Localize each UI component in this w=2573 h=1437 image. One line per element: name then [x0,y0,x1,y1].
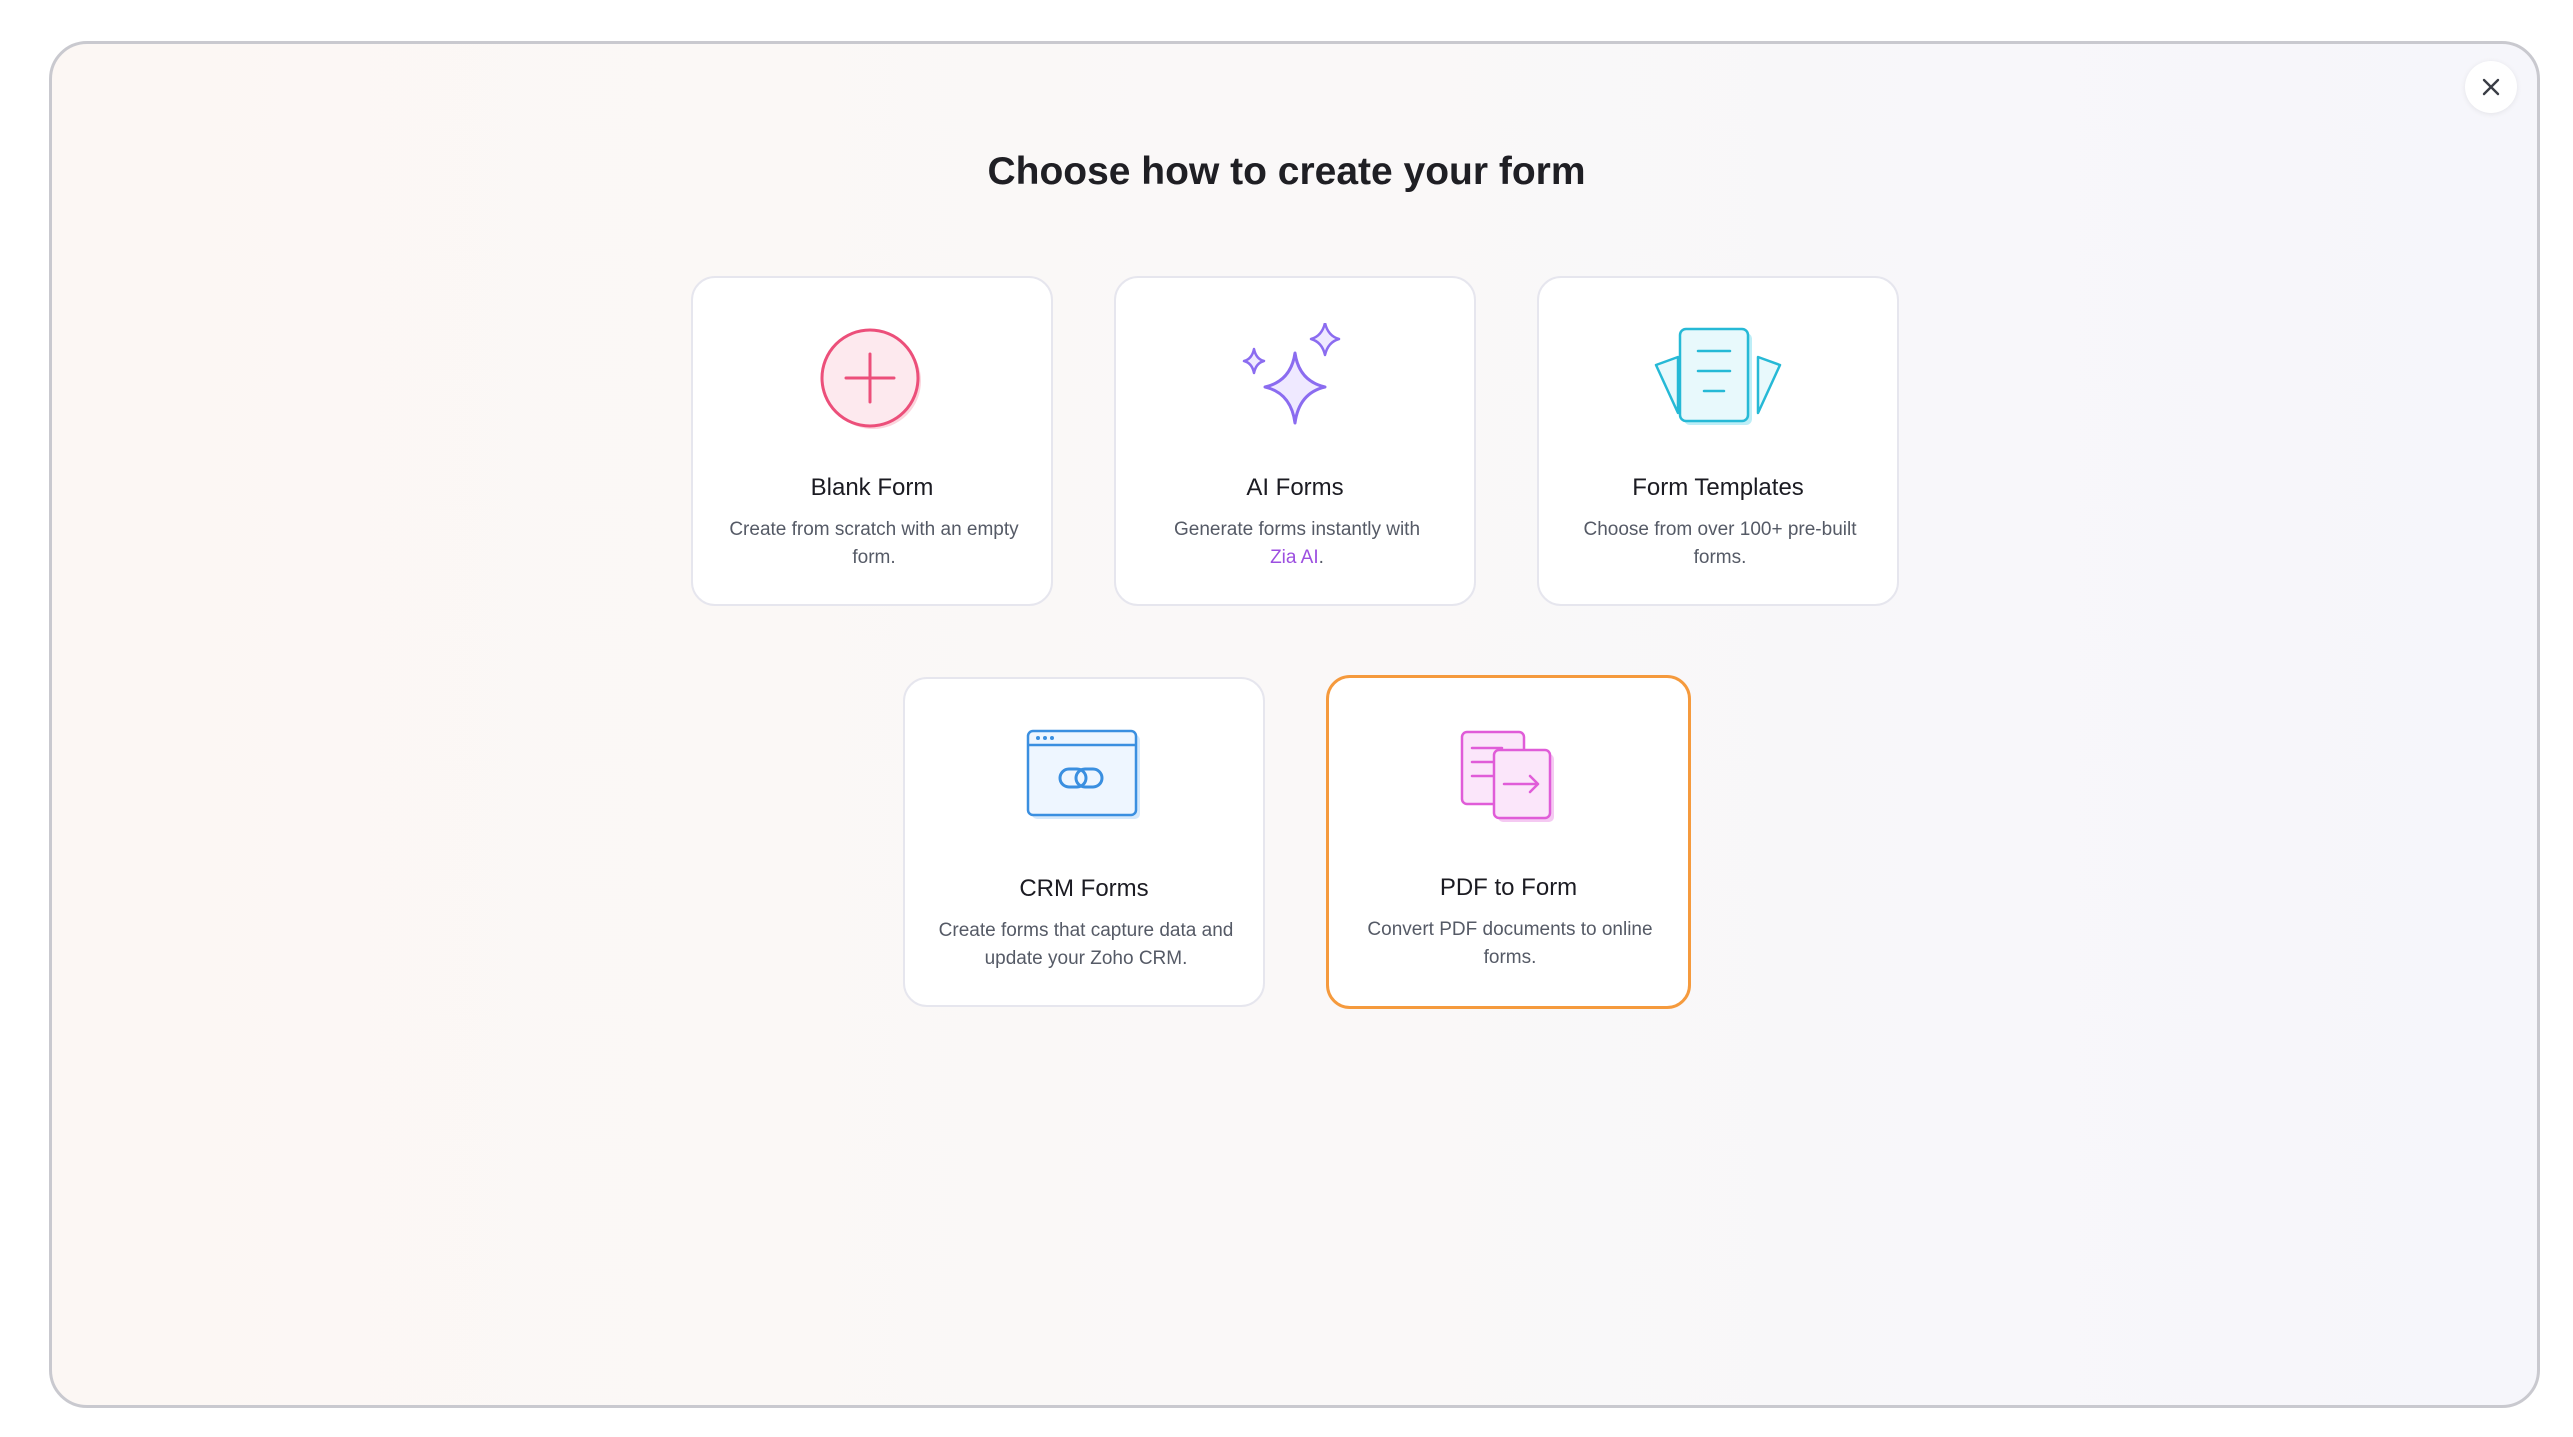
zia-ai-link[interactable]: Zia AI [1270,547,1319,568]
option-card-blank-form[interactable]: Blank Form Create from scratch with an e… [691,276,1053,606]
close-icon [2482,78,2500,96]
card-title: CRM Forms [1019,875,1149,902]
option-card-crm-forms[interactable]: CRM Forms Create forms that capture data… [903,677,1265,1007]
crm-link-window-icon [905,725,1263,833]
option-card-form-templates[interactable]: Form Templates Choose from over 100+ pre… [1537,276,1899,606]
card-description: Convert PDF documents to online forms. [1367,919,1653,968]
dialog-title: Choose how to create your form [987,150,1586,193]
close-button[interactable] [2465,61,2517,113]
card-description: Choose from over 100+ pre-built forms. [1583,519,1857,568]
description-text: Generate forms instantly with [1173,519,1421,540]
card-description: Generate forms instantly with Zia AI. [1136,516,1458,572]
card-description: Create from scratch with an empty form. [729,519,1019,568]
sparkles-icon [1116,323,1474,432]
create-form-dialog [49,41,2540,1408]
card-title: Form Templates [1632,474,1804,501]
card-title: PDF to Form [1439,874,1578,901]
card-title: AI Forms [1246,474,1344,501]
card-title: Blank Form [810,474,934,501]
card-description: Create forms that capture data and updat… [938,920,1234,969]
document-template-icon [1539,324,1897,432]
pdf-convert-icon [1329,724,1688,832]
option-card-ai-forms[interactable]: AI Forms Generate forms instantly with Z… [1114,276,1476,606]
description-suffix: . [1318,547,1324,568]
option-card-pdf-to-form[interactable]: PDF to Form Convert PDF documents to onl… [1326,675,1691,1009]
plus-circle-icon [693,324,1051,432]
